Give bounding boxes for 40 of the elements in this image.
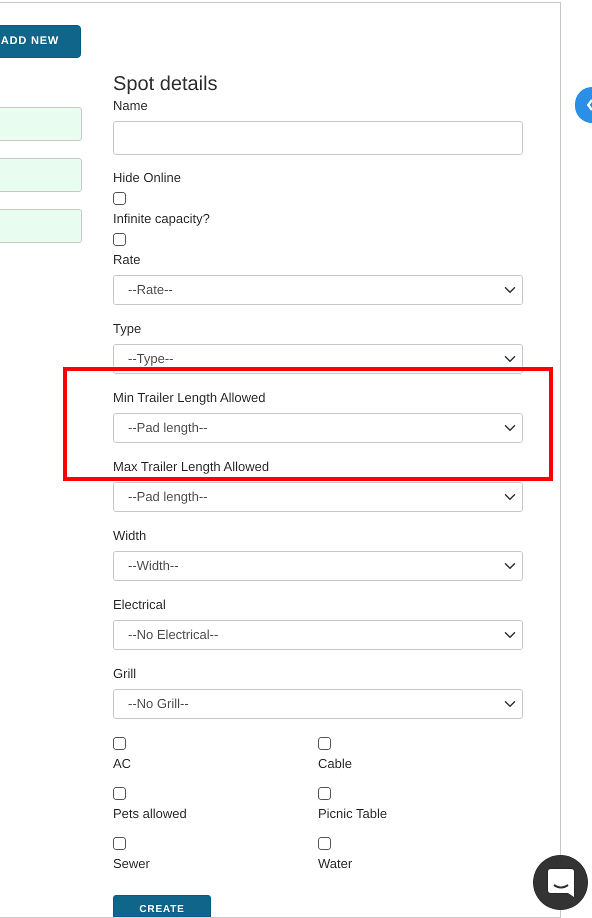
input-field[interactable] bbox=[0, 209, 82, 243]
side-toggle-button[interactable] bbox=[575, 87, 592, 123]
field-label: Grill bbox=[113, 665, 138, 683]
checkbox[interactable] bbox=[113, 787, 126, 800]
select-field[interactable]: --Pad length-- bbox=[113, 482, 523, 512]
input-field[interactable] bbox=[113, 121, 523, 155]
chevron-icon bbox=[587, 99, 592, 111]
input-field[interactable] bbox=[0, 158, 82, 192]
checkbox[interactable] bbox=[113, 192, 126, 205]
checkbox[interactable] bbox=[113, 837, 126, 850]
add-new-button[interactable]: ADD NEW bbox=[0, 25, 81, 58]
select-field[interactable]: --Pad length-- bbox=[113, 413, 523, 443]
checkbox[interactable] bbox=[318, 837, 331, 850]
checkbox[interactable] bbox=[113, 737, 126, 750]
checkbox-label: AC bbox=[113, 755, 132, 773]
select-field[interactable]: --Rate-- bbox=[113, 275, 523, 305]
field-label: Type bbox=[113, 320, 142, 338]
checkbox[interactable] bbox=[113, 233, 126, 246]
checkbox-label: Pets allowed bbox=[113, 805, 188, 823]
field-label: Electrical bbox=[113, 596, 167, 614]
field-label: Width bbox=[113, 527, 148, 545]
field-label: Min Trailer Length Allowed bbox=[113, 389, 266, 407]
create-button[interactable]: CREATE bbox=[113, 895, 211, 917]
checkbox-label: Water bbox=[318, 855, 354, 873]
select-field[interactable]: --No Grill-- bbox=[113, 689, 523, 719]
field-label: Max Trailer Length Allowed bbox=[113, 458, 270, 476]
form-title: Spot details bbox=[113, 72, 219, 96]
field-label: Rate bbox=[113, 251, 142, 269]
field-label: Hide Online bbox=[113, 169, 182, 187]
checkbox-label: Cable bbox=[318, 755, 353, 773]
checkbox[interactable] bbox=[318, 787, 331, 800]
select-field[interactable]: --No Electrical-- bbox=[113, 620, 523, 650]
field-label: Name bbox=[113, 97, 149, 115]
chat-icon bbox=[546, 868, 574, 898]
checkbox[interactable] bbox=[318, 737, 331, 750]
field-label: Infinite capacity? bbox=[113, 210, 211, 228]
checkbox-label: Sewer bbox=[113, 855, 151, 873]
checkbox-label: Picnic Table bbox=[318, 805, 388, 823]
select-field[interactable]: --Width-- bbox=[113, 551, 523, 581]
input-field[interactable] bbox=[0, 107, 82, 141]
